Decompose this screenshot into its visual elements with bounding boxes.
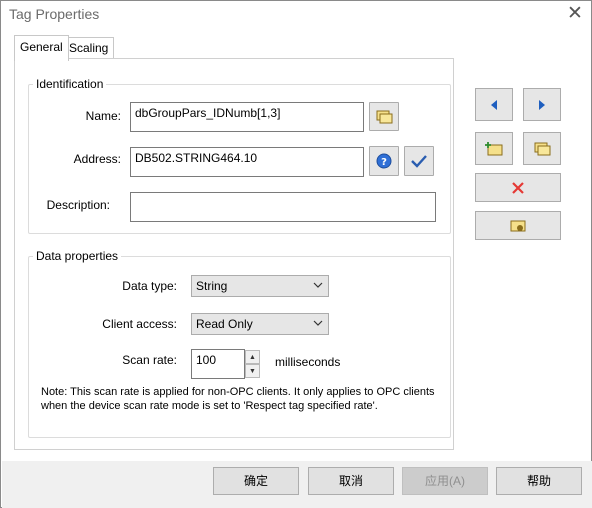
- arrow-down-icon: ▼: [249, 367, 256, 375]
- address-help-button[interactable]: ?: [369, 146, 399, 176]
- data-type-value: String: [196, 279, 228, 293]
- name-label: Name:: [85, 109, 121, 123]
- scan-rate-down-button[interactable]: ▼: [245, 364, 260, 378]
- description-label: Description:: [46, 198, 110, 212]
- scan-rate-up-button[interactable]: ▲: [245, 350, 260, 364]
- address-field[interactable]: DB502.STRING464.10: [130, 147, 364, 177]
- browse-tag-button[interactable]: [369, 102, 399, 131]
- data-type-label: Data type:: [122, 279, 177, 293]
- tag-properties-dialog: Tag Properties ✕ General Scaling Identif…: [0, 0, 592, 508]
- data-properties-legend: Data properties: [33, 249, 122, 263]
- tab-scaling[interactable]: Scaling: [63, 37, 115, 59]
- delete-tag-button[interactable]: [475, 173, 561, 202]
- scan-rate-note-line-2: when the device scan rate mode is set to…: [41, 400, 378, 412]
- client-access-label: Client access:: [102, 317, 177, 331]
- help-button[interactable]: 帮助: [496, 467, 582, 495]
- identification-legend: Identification: [33, 77, 107, 91]
- tag-properties-action-button[interactable]: [475, 211, 561, 240]
- chevron-down-icon: [313, 282, 323, 288]
- tag-settings-icon: [510, 220, 526, 231]
- address-label: Address:: [73, 152, 121, 166]
- scan-rate-unit: milliseconds: [275, 355, 341, 369]
- cancel-button[interactable]: 取消: [308, 467, 394, 495]
- tag-browse-icon: [376, 110, 393, 123]
- next-tag-button[interactable]: [523, 88, 561, 121]
- arrow-right-icon: [539, 99, 545, 110]
- close-icon: ✕: [567, 3, 583, 24]
- data-type-select[interactable]: String: [191, 275, 329, 297]
- arrow-left-icon: [491, 99, 497, 110]
- scan-rate-field[interactable]: 100: [191, 349, 245, 379]
- scan-rate-note-line-1: Note: This scan rate is applied for non-…: [41, 386, 435, 398]
- checkmark-icon: [411, 155, 427, 168]
- client-access-select[interactable]: Read Only: [191, 313, 329, 335]
- previous-tag-button[interactable]: [475, 88, 513, 121]
- new-tag-button[interactable]: [475, 132, 513, 165]
- apply-button[interactable]: 应用(A): [402, 467, 488, 495]
- validate-address-button[interactable]: [404, 146, 434, 176]
- svg-text:?: ?: [381, 157, 387, 168]
- chevron-down-icon: [313, 320, 323, 326]
- scan-rate-label: Scan rate:: [122, 353, 177, 367]
- name-field[interactable]: dbGroupPars_IDNumb[1,3]: [130, 102, 364, 132]
- duplicate-tag-button[interactable]: [523, 132, 561, 165]
- help-icon: ?: [376, 153, 392, 169]
- duplicate-tag-icon: [534, 142, 551, 155]
- close-button[interactable]: ✕: [562, 3, 588, 27]
- delete-x-icon: [512, 181, 524, 194]
- description-field[interactable]: [130, 192, 436, 222]
- ok-button[interactable]: 确定: [213, 467, 299, 495]
- arrow-up-icon: ▲: [249, 353, 256, 361]
- tab-general[interactable]: General: [14, 35, 69, 61]
- new-tag-icon: [485, 141, 503, 155]
- dialog-title: Tag Properties: [9, 6, 100, 22]
- client-access-value: Read Only: [196, 317, 253, 331]
